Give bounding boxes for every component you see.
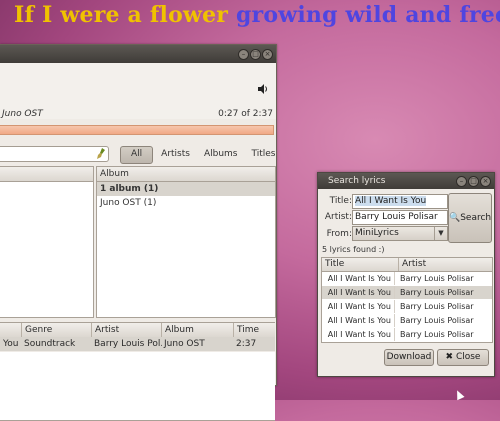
lyrics-results-table[interactable]: Title Artist All I Want Is You Barry Lou… — [321, 257, 493, 343]
volume-icon[interactable] — [257, 83, 269, 95]
search-icon: 🔍 — [449, 213, 461, 223]
maximize-icon[interactable]: □ — [468, 176, 479, 187]
track-artist-cell: Barry Louis Pol... — [94, 339, 162, 349]
close-button[interactable]: ✖ Close — [437, 349, 489, 366]
result-title-cell: All I Want Is You — [322, 272, 395, 285]
filter-albums-button[interactable]: Albums — [198, 146, 244, 162]
chevron-down-icon[interactable]: ▼ — [434, 227, 447, 240]
track-time-cell: 2:37 — [236, 339, 257, 349]
playback-time: 0:27 of 2:37 — [218, 109, 273, 119]
result-artist-cell: Barry Louis Polisar — [400, 274, 474, 283]
album-column-header[interactable]: Album — [97, 167, 275, 182]
player-window: – □ × Juno OST 0:27 of 2:37 All Artists … — [0, 44, 277, 421]
column-header-title[interactable] — [0, 323, 21, 337]
filter-titles-button[interactable]: Titles — [246, 146, 282, 162]
table-row[interactable]: You Soundtrack Barry Louis Pol... Juno O… — [0, 337, 275, 351]
artist-field-label: Artist: — [324, 212, 352, 222]
minimize-icon[interactable]: – — [238, 49, 249, 60]
download-button[interactable]: Download — [384, 349, 434, 366]
artist-pane-header[interactable] — [0, 167, 93, 182]
result-artist-cell: Barry Louis Polisar — [400, 316, 474, 325]
title-field[interactable]: All I Want Is You — [352, 194, 448, 209]
track-genre-cell: Soundtrack — [24, 339, 76, 349]
library-filter-bar: All Artists Albums Titles — [120, 146, 282, 164]
filter-all-button[interactable]: All — [120, 146, 154, 164]
table-row[interactable]: All I Want Is You Barry Louis Polisar — [322, 314, 492, 327]
results-count: 5 lyrics found :) — [322, 245, 385, 254]
lyrics-banner: If I were a flower growing wild and free — [14, 2, 500, 28]
table-row[interactable]: All I Want Is You Barry Louis Polisar — [322, 272, 492, 285]
search-button-label: Search — [460, 213, 492, 223]
now-playing-album: Juno OST — [2, 109, 43, 119]
result-artist-cell: Barry Louis Polisar — [400, 330, 474, 339]
clear-search-icon[interactable] — [96, 148, 106, 159]
column-header-artist[interactable]: Artist — [91, 323, 160, 337]
track-album-cell: Juno OST — [164, 339, 205, 349]
maximize-icon[interactable]: □ — [250, 49, 261, 60]
playback-progress-bar[interactable] — [0, 125, 274, 135]
source-field-label: From: — [326, 229, 352, 239]
search-lyrics-dialog: Search lyrics – □ × Title: All I Want Is… — [317, 172, 495, 377]
table-row[interactable]: All I Want Is You Barry Louis Polisar — [322, 286, 492, 299]
album-list-item[interactable]: 1 album (1) — [97, 182, 275, 196]
table-row[interactable]: All I Want Is You Barry Louis Polisar — [322, 300, 492, 313]
minimize-icon[interactable]: – — [456, 176, 467, 187]
result-title-cell: All I Want Is You — [322, 314, 395, 327]
player-titlebar[interactable]: – □ × — [0, 45, 276, 63]
title-field-label: Title: — [329, 196, 352, 206]
track-title-cell: You — [3, 339, 19, 349]
close-icon[interactable]: × — [262, 49, 273, 60]
close-icon: ✖ — [445, 352, 456, 362]
result-artist-cell: Barry Louis Polisar — [400, 288, 474, 297]
lyrics-sung-text: If I were a flower — [14, 2, 229, 28]
result-title-cell: All I Want Is You — [322, 286, 395, 299]
result-artist-cell: Barry Louis Polisar — [400, 302, 474, 311]
library-search-input[interactable] — [0, 146, 109, 162]
close-button-label: Close — [455, 352, 481, 362]
source-select[interactable]: MiniLyrics ▼ — [352, 226, 448, 241]
column-header-artist[interactable]: Artist — [398, 258, 426, 271]
table-row[interactable]: All I Want Is You Barry Louis Polisar — [322, 328, 492, 341]
close-icon[interactable]: × — [480, 176, 491, 187]
results-header: Title Artist — [322, 258, 492, 272]
column-header-title[interactable]: Title — [322, 258, 344, 271]
filter-artists-button[interactable]: Artists — [155, 146, 196, 162]
tracks-header: Genre Artist Album Time — [0, 322, 275, 338]
result-title-cell: All I Want Is You — [322, 328, 395, 341]
album-list-item[interactable]: Juno OST (1) — [97, 196, 275, 210]
lyrics-upcoming-text: growing wild and free — [235, 2, 500, 28]
column-header-album[interactable]: Album — [161, 323, 230, 337]
dialog-titlebar[interactable]: Search lyrics – □ × — [318, 173, 494, 189]
source-select-value: MiniLyrics — [355, 228, 399, 238]
tracks-list-body[interactable] — [0, 352, 275, 421]
dialog-title: Search lyrics — [328, 176, 386, 186]
artist-pane[interactable] — [0, 166, 94, 318]
album-pane[interactable]: Album 1 album (1) Juno OST (1) — [96, 166, 276, 318]
mouse-cursor-icon — [453, 388, 465, 401]
result-title-cell: All I Want Is You — [322, 300, 395, 313]
column-header-time[interactable]: Time — [233, 323, 275, 337]
artist-field[interactable]: Barry Louis Polisar — [352, 210, 448, 225]
title-field-value: All I Want Is You — [355, 196, 427, 206]
column-header-genre[interactable]: Genre — [21, 323, 90, 337]
search-button[interactable]: 🔍Search — [448, 193, 492, 243]
